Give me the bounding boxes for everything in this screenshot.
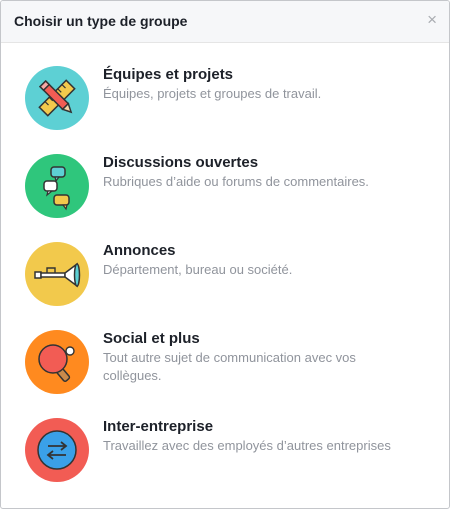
group-type-dialog: Choisir un type de groupe × Équipes et p… xyxy=(0,0,450,509)
option-teams-projects[interactable]: Équipes et projets Équipes, projets et g… xyxy=(25,66,425,136)
dialog-title: Choisir un type de groupe xyxy=(14,13,188,29)
dialog-header: Choisir un type de groupe × xyxy=(1,1,449,43)
option-title: Inter-entreprise xyxy=(103,418,214,435)
option-title: Équipes et projets xyxy=(103,66,234,83)
option-title: Annonces xyxy=(103,242,176,259)
ping-pong-icon xyxy=(25,330,89,394)
option-inter-company[interactable]: Inter-entreprise Travaillez avec des emp… xyxy=(25,418,425,488)
trumpet-icon xyxy=(25,242,89,306)
exchange-arrows-icon xyxy=(25,418,89,482)
option-description: Équipes, projets et groupes de travail. xyxy=(103,86,322,101)
option-title: Social et plus xyxy=(103,330,200,347)
option-description: Travaillez avec des employés d’autres en… xyxy=(103,438,391,453)
option-description: Tout autre sujet de communication avec v… xyxy=(103,350,356,383)
option-announcements[interactable]: Annonces Département, bureau ou société. xyxy=(25,242,425,312)
option-title: Discussions ouvertes xyxy=(103,154,259,171)
option-description: Département, bureau ou société. xyxy=(103,262,293,277)
close-icon[interactable]: × xyxy=(427,11,437,28)
option-open-discussions[interactable]: Discussions ouvertes Rubriques d’aide ou… xyxy=(25,154,425,224)
chat-bubbles-icon xyxy=(25,154,89,218)
ruler-pencil-icon xyxy=(25,66,89,130)
option-social[interactable]: Social et plus Tout autre sujet de commu… xyxy=(25,330,425,400)
option-description: Rubriques d’aide ou forums de commentair… xyxy=(103,174,369,189)
